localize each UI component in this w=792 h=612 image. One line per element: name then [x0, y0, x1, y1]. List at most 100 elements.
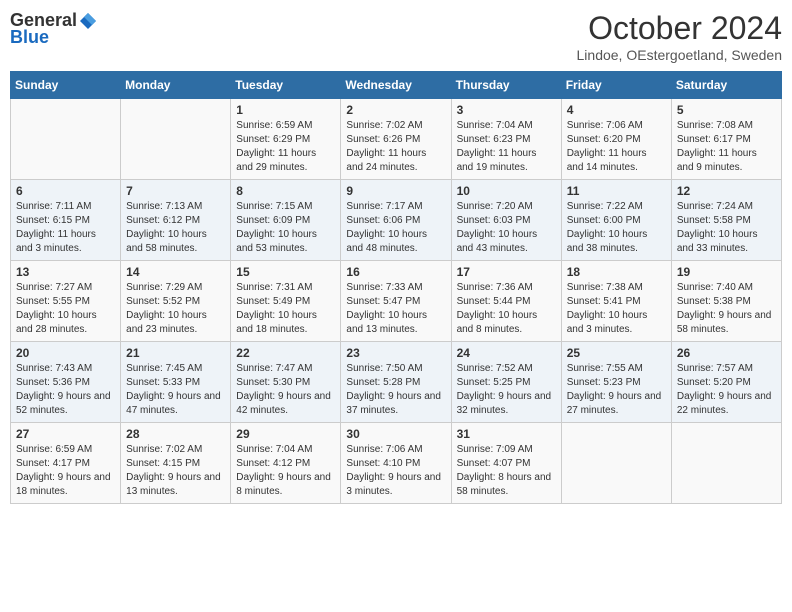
sunrise: Sunrise: 7:22 AM — [567, 201, 643, 212]
sunrise: Sunrise: 6:59 AM — [236, 120, 312, 131]
day-detail: Sunrise: 7:45 AM Sunset: 5:33 PM Dayligh… — [126, 362, 225, 418]
sunrise: Sunrise: 7:09 AM — [457, 444, 533, 455]
sunset: Sunset: 6:17 PM — [677, 134, 751, 145]
calendar-week-row: 13 Sunrise: 7:27 AM Sunset: 5:55 PM Dayl… — [11, 261, 782, 342]
sunset: Sunset: 6:26 PM — [346, 134, 420, 145]
sunrise: Sunrise: 7:57 AM — [677, 363, 753, 374]
sunrise: Sunrise: 7:29 AM — [126, 282, 202, 293]
sunset: Sunset: 6:09 PM — [236, 215, 310, 226]
sunset: Sunset: 5:20 PM — [677, 377, 751, 388]
calendar-cell: 18 Sunrise: 7:38 AM Sunset: 5:41 PM Dayl… — [561, 261, 671, 342]
calendar-cell: 29 Sunrise: 7:04 AM Sunset: 4:12 PM Dayl… — [231, 423, 341, 504]
calendar-cell: 9 Sunrise: 7:17 AM Sunset: 6:06 PM Dayli… — [341, 180, 451, 261]
calendar-cell — [561, 423, 671, 504]
day-number: 19 — [677, 265, 776, 279]
sunrise: Sunrise: 7:17 AM — [346, 201, 422, 212]
calendar-cell: 25 Sunrise: 7:55 AM Sunset: 5:23 PM Dayl… — [561, 342, 671, 423]
day-number: 31 — [457, 427, 556, 441]
day-detail: Sunrise: 7:02 AM Sunset: 4:15 PM Dayligh… — [126, 443, 225, 499]
daylight: Daylight: 9 hours and 37 minutes. — [346, 391, 441, 416]
location: Lindoe, OEstergoetland, Sweden — [577, 47, 782, 63]
daylight: Daylight: 10 hours and 13 minutes. — [346, 310, 427, 335]
day-number: 27 — [16, 427, 115, 441]
logo-blue: Blue — [10, 27, 49, 48]
calendar-week-row: 6 Sunrise: 7:11 AM Sunset: 6:15 PM Dayli… — [11, 180, 782, 261]
calendar-cell: 12 Sunrise: 7:24 AM Sunset: 5:58 PM Dayl… — [671, 180, 781, 261]
day-detail: Sunrise: 7:04 AM Sunset: 4:12 PM Dayligh… — [236, 443, 335, 499]
day-detail: Sunrise: 7:15 AM Sunset: 6:09 PM Dayligh… — [236, 200, 335, 256]
sunset: Sunset: 6:23 PM — [457, 134, 531, 145]
sunrise: Sunrise: 7:27 AM — [16, 282, 92, 293]
sunrise: Sunrise: 6:59 AM — [16, 444, 92, 455]
day-number: 15 — [236, 265, 335, 279]
day-detail: Sunrise: 7:13 AM Sunset: 6:12 PM Dayligh… — [126, 200, 225, 256]
sunset: Sunset: 6:00 PM — [567, 215, 641, 226]
calendar-cell: 13 Sunrise: 7:27 AM Sunset: 5:55 PM Dayl… — [11, 261, 121, 342]
day-detail: Sunrise: 7:08 AM Sunset: 6:17 PM Dayligh… — [677, 119, 776, 175]
sunset: Sunset: 5:28 PM — [346, 377, 420, 388]
daylight: Daylight: 11 hours and 24 minutes. — [346, 148, 426, 173]
calendar-cell: 16 Sunrise: 7:33 AM Sunset: 5:47 PM Dayl… — [341, 261, 451, 342]
calendar-cell: 3 Sunrise: 7:04 AM Sunset: 6:23 PM Dayli… — [451, 99, 561, 180]
day-number: 13 — [16, 265, 115, 279]
day-number: 8 — [236, 184, 335, 198]
day-number: 7 — [126, 184, 225, 198]
daylight: Daylight: 10 hours and 3 minutes. — [567, 310, 648, 335]
daylight: Daylight: 11 hours and 9 minutes. — [677, 148, 757, 173]
col-tuesday: Tuesday — [231, 72, 341, 99]
daylight: Daylight: 9 hours and 58 minutes. — [677, 310, 772, 335]
day-detail: Sunrise: 7:38 AM Sunset: 5:41 PM Dayligh… — [567, 281, 666, 337]
page-header: General Blue October 2024 Lindoe, OEster… — [10, 10, 782, 63]
daylight: Daylight: 10 hours and 18 minutes. — [236, 310, 317, 335]
calendar-cell — [121, 99, 231, 180]
calendar-cell: 30 Sunrise: 7:06 AM Sunset: 4:10 PM Dayl… — [341, 423, 451, 504]
daylight: Daylight: 10 hours and 43 minutes. — [457, 229, 538, 254]
sunset: Sunset: 5:49 PM — [236, 296, 310, 307]
daylight: Daylight: 10 hours and 48 minutes. — [346, 229, 427, 254]
day-number: 28 — [126, 427, 225, 441]
logo: General Blue — [10, 10, 99, 48]
daylight: Daylight: 9 hours and 13 minutes. — [126, 472, 221, 497]
calendar-cell: 31 Sunrise: 7:09 AM Sunset: 4:07 PM Dayl… — [451, 423, 561, 504]
day-detail: Sunrise: 7:36 AM Sunset: 5:44 PM Dayligh… — [457, 281, 556, 337]
daylight: Daylight: 11 hours and 14 minutes. — [567, 148, 647, 173]
day-detail: Sunrise: 7:22 AM Sunset: 6:00 PM Dayligh… — [567, 200, 666, 256]
day-number: 29 — [236, 427, 335, 441]
calendar-cell: 7 Sunrise: 7:13 AM Sunset: 6:12 PM Dayli… — [121, 180, 231, 261]
day-number: 6 — [16, 184, 115, 198]
sunset: Sunset: 4:10 PM — [346, 458, 420, 469]
day-number: 11 — [567, 184, 666, 198]
sunrise: Sunrise: 7:52 AM — [457, 363, 533, 374]
daylight: Daylight: 9 hours and 3 minutes. — [346, 472, 441, 497]
sunset: Sunset: 5:25 PM — [457, 377, 531, 388]
sunrise: Sunrise: 7:47 AM — [236, 363, 312, 374]
calendar-cell: 20 Sunrise: 7:43 AM Sunset: 5:36 PM Dayl… — [11, 342, 121, 423]
sunrise: Sunrise: 7:13 AM — [126, 201, 202, 212]
calendar-week-row: 20 Sunrise: 7:43 AM Sunset: 5:36 PM Dayl… — [11, 342, 782, 423]
calendar-week-row: 1 Sunrise: 6:59 AM Sunset: 6:29 PM Dayli… — [11, 99, 782, 180]
day-number: 1 — [236, 103, 335, 117]
sunrise: Sunrise: 7:06 AM — [567, 120, 643, 131]
sunrise: Sunrise: 7:20 AM — [457, 201, 533, 212]
calendar-cell: 15 Sunrise: 7:31 AM Sunset: 5:49 PM Dayl… — [231, 261, 341, 342]
day-number: 18 — [567, 265, 666, 279]
col-saturday: Saturday — [671, 72, 781, 99]
sunset: Sunset: 5:33 PM — [126, 377, 200, 388]
sunset: Sunset: 6:06 PM — [346, 215, 420, 226]
day-number: 10 — [457, 184, 556, 198]
day-detail: Sunrise: 6:59 AM Sunset: 6:29 PM Dayligh… — [236, 119, 335, 175]
sunset: Sunset: 4:15 PM — [126, 458, 200, 469]
day-number: 4 — [567, 103, 666, 117]
daylight: Daylight: 9 hours and 18 minutes. — [16, 472, 111, 497]
sunrise: Sunrise: 7:02 AM — [126, 444, 202, 455]
sunset: Sunset: 6:12 PM — [126, 215, 200, 226]
daylight: Daylight: 11 hours and 3 minutes. — [16, 229, 96, 254]
daylight: Daylight: 10 hours and 8 minutes. — [457, 310, 538, 335]
sunrise: Sunrise: 7:06 AM — [346, 444, 422, 455]
daylight: Daylight: 9 hours and 22 minutes. — [677, 391, 772, 416]
day-detail: Sunrise: 7:11 AM Sunset: 6:15 PM Dayligh… — [16, 200, 115, 256]
day-number: 22 — [236, 346, 335, 360]
day-detail: Sunrise: 7:50 AM Sunset: 5:28 PM Dayligh… — [346, 362, 445, 418]
day-detail: Sunrise: 7:04 AM Sunset: 6:23 PM Dayligh… — [457, 119, 556, 175]
sunset: Sunset: 6:03 PM — [457, 215, 531, 226]
